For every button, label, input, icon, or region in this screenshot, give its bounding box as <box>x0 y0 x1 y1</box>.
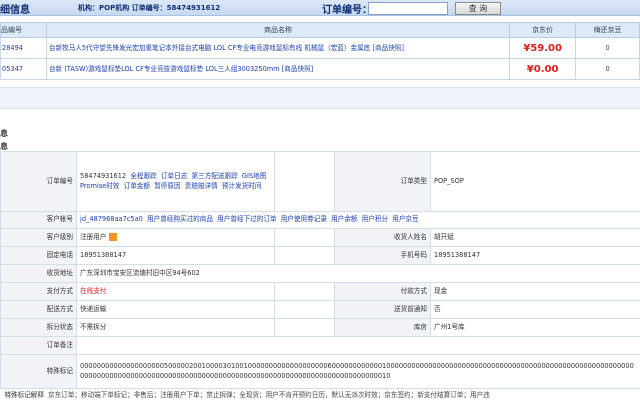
table-row: 配送方式 快递运输 送货前通知 否 <box>0 300 640 319</box>
special-value: 0000000000000000000050000020010000301001… <box>76 354 640 389</box>
pay-type-label: 支付方式 <box>0 282 77 301</box>
col-price: 京东价 <box>509 22 577 38</box>
link-coupon-records[interactable]: 用户使用券记录 <box>281 215 327 223</box>
customer-account-cell: jd_487968aa7c5a0 用户曾经购买过的商品 用户曾经下过的订单 用户… <box>76 211 640 229</box>
product-snapshot-link[interactable]: [商品快照] <box>282 65 314 73</box>
link-compensation[interactable]: 责赔赔详情 <box>185 182 218 190</box>
pay-method-label: 付款方式 <box>334 282 431 301</box>
product-name-text[interactable]: 台新牧马人5代守望先锋发光宏加重笔记本外接台式电脑 LOL CF专业电竞游戏鼠标… <box>49 44 370 52</box>
link-user-points[interactable]: 用户积分 <box>362 215 388 223</box>
page-title: 细信息 <box>0 5 30 16</box>
product-price: ¥0.00 <box>509 58 577 80</box>
phone-label: 固定电话 <box>0 246 77 265</box>
link-purchased-products[interactable]: 用户曾经购买过的商品 <box>147 215 213 223</box>
customer-level-label: 客户级别 <box>0 228 77 247</box>
product-table-header: 品编号 商品名称 京东价 嗨还京豆 <box>0 22 640 38</box>
receiver-value: 胡开斌 <box>430 228 640 247</box>
warehouse-value: 广州1号库 <box>430 318 640 337</box>
col-beans: 嗨还京豆 <box>575 22 640 38</box>
table-row: 客户帐号 jd_487968aa7c5a0 用户曾经购买过的商品 用户曾经下过的… <box>0 211 640 229</box>
phone-value: 18951388147 <box>76 246 275 265</box>
mobile-value: 18951388147 <box>430 246 640 265</box>
link-user-beans[interactable]: 用户京豆 <box>392 215 418 223</box>
order-no-label: 订单编号 <box>0 151 77 212</box>
order-type-value: POP_SOP <box>430 151 640 212</box>
link-gis-map[interactable]: GIS地图 <box>242 172 266 180</box>
link-order-amount[interactable]: 订单金额 <box>124 182 150 190</box>
table-row: 特殊标记 00000000000000000000500000200100003… <box>0 354 640 389</box>
pay-method-value: 现金 <box>430 282 640 301</box>
product-name[interactable]: 台新牧马人5代守望先锋发光宏加重笔记本外接台式电脑 LOL CF专业电竞游戏鼠标… <box>45 37 511 59</box>
delivery-label: 配送方式 <box>0 300 77 319</box>
address-label: 收货地址 <box>0 264 77 283</box>
table-row: 28494 台新牧马人5代守望先锋发光宏加重笔记本外接台式电脑 LOL CF专业… <box>0 37 640 59</box>
special-explanation-row: 特殊标记解释 京东订单；移动端下单标记；非售后；注册用户下单；禁止拆弹；全现货；用… <box>0 389 640 399</box>
special-explanation-text: 京东订单；移动端下单标记；非售后；注册用户下单；禁止拆弹；全现货；用户不肯开预约… <box>48 391 490 399</box>
customer-account-label: 客户帐号 <box>0 211 77 229</box>
split-label: 拆分状态 <box>0 318 77 337</box>
table-row: 固定电话 18951388147 手机号码 18951388147 <box>0 246 640 265</box>
org-order-info: 机构：POP机构 订单编号：58474931612 <box>78 4 221 12</box>
table-row: 05347 台新 (TASW)游戏鼠标垫LOL CF专业竞技游戏鼠标垫 LOL三… <box>0 58 640 80</box>
address-value: 广东深圳市宝安区流塘村旧中区94号602 <box>76 264 640 283</box>
summary-band <box>0 87 640 109</box>
product-name-text[interactable]: 台新 (TASW)游戏鼠标垫LOL CF专业竞技游戏鼠标垫 LOL三人组3003… <box>49 65 280 73</box>
query-label: 订单编号： <box>322 5 372 16</box>
customer-account-value[interactable]: jd_487968aa7c5a0 <box>80 215 143 223</box>
col-product-name: 商品名称 <box>45 22 511 38</box>
link-promise[interactable]: Promise时效 <box>80 182 119 190</box>
order-type-label: 订单类型 <box>334 151 431 212</box>
special-label: 特殊标记 <box>0 354 77 389</box>
product-beans: 0 <box>575 58 640 80</box>
order-detail-table: 订单编号 58474931612 全程跟踪 订单日志 第三方配送跟踪 GIS地图… <box>0 151 640 389</box>
remark-value <box>76 336 640 355</box>
product-snapshot-link[interactable]: [商品快照] <box>372 44 404 52</box>
notify-label: 送货前通知 <box>334 300 431 319</box>
table-row: 订单备注 <box>0 336 640 355</box>
delivery-value: 快递运输 <box>76 300 275 319</box>
product-beans: 0 <box>575 37 640 59</box>
table-row: 收货地址 广东深圳市宝安区流塘村旧中区94号602 <box>0 264 640 283</box>
notify-value: 否 <box>430 300 640 319</box>
product-price: ¥59.00 <box>509 37 577 59</box>
table-row: 订单编号 58474931612 全程跟踪 订单日志 第三方配送跟踪 GIS地图… <box>0 151 640 212</box>
product-id[interactable]: 05347 <box>0 58 47 80</box>
table-row: 客户级别 注册用户 收货人姓名 胡开斌 <box>0 228 640 247</box>
link-past-orders[interactable]: 用户曾经下过的订单 <box>217 215 276 223</box>
table-row: 支付方式 在线支付 付款方式 现金 <box>0 282 640 301</box>
col-product-id: 品编号 <box>0 22 47 38</box>
order-number-input[interactable] <box>368 2 448 15</box>
level-badge-icon <box>109 232 118 241</box>
receiver-label: 收货人姓名 <box>334 228 431 247</box>
section-heading-1: 息 <box>0 129 8 138</box>
order-no-value: 58474931612 <box>80 172 127 180</box>
query-button[interactable]: 查 询 <box>455 2 501 15</box>
mobile-label: 手机号码 <box>334 246 431 265</box>
pay-type-value: 在线支付 <box>76 282 275 301</box>
product-table: 品编号 商品名称 京东价 嗨还京豆 28494 台新牧马人5代守望先锋发光宏加重… <box>0 22 640 80</box>
table-row: 拆分状态 不需拆分 库房 广州1号库 <box>0 318 640 337</box>
special-explanation-label: 特殊标记解释 <box>4 391 44 399</box>
customer-level-cell: 注册用户 <box>76 228 275 247</box>
link-pause-reason[interactable]: 暂停原因 <box>154 182 180 190</box>
product-name[interactable]: 台新 (TASW)游戏鼠标垫LOL CF专业竞技游戏鼠标垫 LOL三人组3003… <box>45 58 511 80</box>
split-value: 不需拆分 <box>76 318 275 337</box>
product-id[interactable]: 28494 <box>0 37 47 59</box>
link-user-balance[interactable]: 用户余额 <box>331 215 357 223</box>
header-bar: 细信息 机构：POP机构 订单编号：58474931612 订单编号： 查 询 <box>0 0 640 16</box>
link-full-tracking[interactable]: 全程跟踪 <box>130 172 156 180</box>
warehouse-label: 库房 <box>334 318 431 337</box>
link-order-log[interactable]: 订单日志 <box>161 172 187 180</box>
link-estimated-ship[interactable]: 预计发货时间 <box>222 182 262 190</box>
order-no-cell: 58474931612 全程跟踪 订单日志 第三方配送跟踪 GIS地图 Prom… <box>76 151 275 212</box>
customer-level-value: 注册用户 <box>80 232 107 241</box>
link-third-party-tracking[interactable]: 第三方配送跟踪 <box>192 172 238 180</box>
remark-label: 订单备注 <box>0 336 77 355</box>
